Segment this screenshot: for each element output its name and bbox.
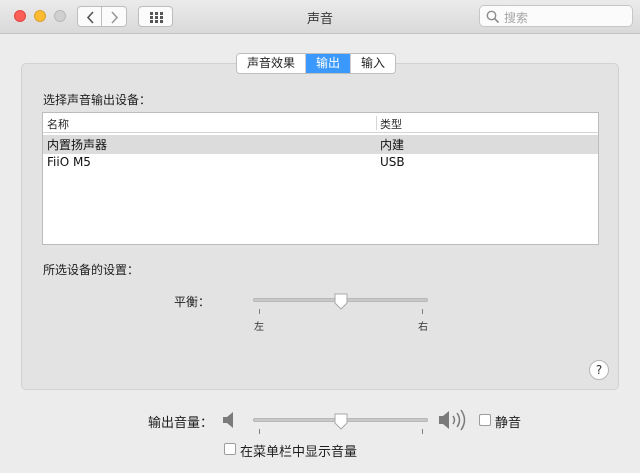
help-button[interactable]: ? xyxy=(589,360,609,380)
settings-section-label: 所选设备的设置： xyxy=(43,263,140,277)
show-volume-in-menubar-label: 在菜单栏中显示音量 xyxy=(240,445,358,460)
volume-tick-max xyxy=(422,429,423,434)
balance-tick-right xyxy=(422,309,423,314)
volume-slider-thumb[interactable] xyxy=(333,413,349,431)
device-type-cell: 内建 xyxy=(380,138,405,152)
search-icon xyxy=(486,10,500,24)
speaker-low-icon xyxy=(223,412,233,428)
device-name-cell: 内置扬声器 xyxy=(47,138,108,152)
table-header: 名称 类型 xyxy=(43,113,598,133)
show-volume-in-menubar-checkbox[interactable] xyxy=(224,443,236,455)
tab-bar: 声音效果 输出 输入 xyxy=(236,53,397,74)
balance-right-label: 右 xyxy=(418,322,428,333)
table-row[interactable]: 内置扬声器 内建 xyxy=(43,135,598,154)
tab-output[interactable]: 输出 xyxy=(306,54,352,73)
table-row[interactable]: FiiO M5 USB xyxy=(43,154,598,173)
volume-tick-min xyxy=(259,429,260,434)
search-field[interactable]: 搜索 xyxy=(479,5,633,27)
balance-left-label: 左 xyxy=(254,322,264,333)
mute-label: 静音 xyxy=(495,416,522,431)
balance-label: 平衡： xyxy=(174,295,211,309)
tab-sound-effects[interactable]: 声音效果 xyxy=(237,54,307,73)
balance-slider-thumb[interactable] xyxy=(333,293,349,311)
speaker-high-icon xyxy=(439,409,466,431)
output-volume-label: 输出音量： xyxy=(148,416,214,431)
balance-tick-left xyxy=(259,309,260,314)
device-name-cell: FiiO M5 xyxy=(47,155,91,169)
column-divider[interactable] xyxy=(376,116,377,130)
title-bar: 声音 搜索 xyxy=(0,0,640,34)
column-header-name[interactable]: 名称 xyxy=(47,116,69,132)
mute-checkbox[interactable] xyxy=(479,414,491,426)
search-placeholder: 搜索 xyxy=(504,11,529,25)
device-type-cell: USB xyxy=(380,155,405,169)
column-header-type[interactable]: 类型 xyxy=(380,116,402,132)
tab-input[interactable]: 输入 xyxy=(351,54,396,73)
output-device-table[interactable]: 名称 类型 内置扬声器 内建 FiiO M5 USB xyxy=(42,112,599,245)
device-section-label: 选择声音输出设备： xyxy=(43,93,152,107)
